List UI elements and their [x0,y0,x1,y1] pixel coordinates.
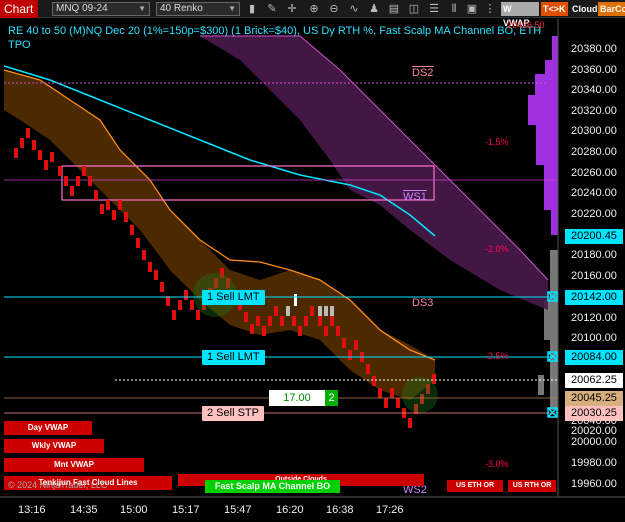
ichimoku-cloud [200,36,548,310]
wkly-vwap-button[interactable]: Wkly VWAP [4,439,104,453]
y-tick: 20380.00 [571,43,617,55]
sell-stop-order[interactable]: 2 Sell STP [202,406,264,421]
y-tick: 20240.00 [571,187,617,199]
us-rth-or-button[interactable]: US RTH OR [508,480,556,492]
x-tick: 17:26 [376,504,404,516]
y-tick: 20320.00 [571,105,617,117]
price-box-avg: 20045.25 [565,391,623,406]
price-box-stop: 20030.25 [565,406,623,421]
day-vwap-button[interactable]: Day VWAP [4,421,92,435]
x-tick: 15:00 [120,504,148,516]
y-tick: 19980.00 [571,457,617,469]
y-tick: 20300.00 [571,125,617,137]
x-tick: 16:20 [276,504,304,516]
pct-label: -2.5% [485,351,509,361]
price-box-cyan: 20200.45 [565,229,623,244]
top-price-label: 20436.50 [507,20,545,30]
fast-scalp-button[interactable]: Fast Scalp MA Channel BO [205,480,340,493]
sell-limit-order-2[interactable]: 1 Sell LMT [202,350,265,365]
price-box-last: 20062.25 [565,373,623,388]
price-box-order2: 20084.00 [565,350,623,365]
x-tick: 14:35 [70,504,98,516]
y-tick: 20120.00 [571,312,617,324]
x-tick: 16:38 [326,504,354,516]
copyright-text: © 2024 NinjaTrader, LLC [8,480,108,490]
pct-label: -3.0% [485,459,509,469]
ds3-label: DS3 [412,297,434,309]
chart-title: RE 40 to 50 (M)NQ Dec 20 (1%=150p=$300) … [8,25,542,51]
pct-label: -2.0% [485,244,509,254]
y-tick: 20180.00 [571,249,617,261]
us-eth-or-button[interactable]: US ETH OR [447,480,503,492]
y-tick: 20260.00 [571,167,617,179]
x-tick: 15:47 [224,504,252,516]
ws1-label: WS1 [403,191,427,203]
sell-limit-order-1[interactable]: 1 Sell LMT [202,290,265,305]
y-tick: 20160.00 [571,270,617,282]
position-qty[interactable]: 2 [325,390,338,406]
ds2-label: DS2 [412,67,434,79]
y-tick: 20340.00 [571,84,617,96]
y-tick: 20000.00 [571,436,617,448]
pct-label: -1.5% [485,137,509,147]
position-avg-price[interactable]: 17.00 [269,390,325,406]
y-tick: 19960.00 [571,478,617,490]
price-box-order1: 20142.00 [565,290,623,305]
x-tick: 15:17 [172,504,200,516]
y-tick: 20360.00 [571,64,617,76]
y-tick: 20220.00 [571,208,617,220]
mnt-vwap-button[interactable]: Mnt VWAP [4,458,144,472]
x-tick: 13:16 [18,504,46,516]
tpo-profile [528,36,558,235]
y-tick: 20280.00 [571,146,617,158]
y-tick: 20100.00 [571,332,617,344]
